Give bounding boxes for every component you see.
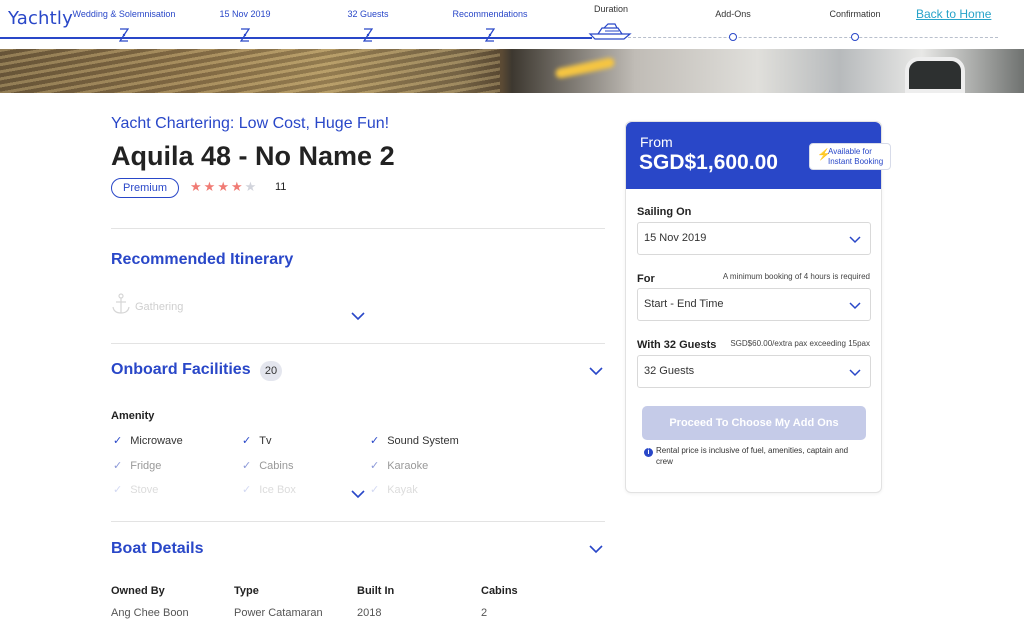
chevron-down-icon <box>849 369 861 377</box>
page-title: Aquila 48 - No Name 2 <box>111 141 395 171</box>
detail-value-owner: Ang Chee Boon <box>111 607 189 619</box>
booking-card: From SGD$1,600.00 ⚡ Available for Instan… <box>625 121 891 493</box>
amenity-item: ✓ Kayak <box>370 484 418 496</box>
hero-deck-light <box>554 56 616 80</box>
duration-note: A minimum booking of 4 hours is required <box>722 272 870 281</box>
progress-track-remaining <box>628 37 998 38</box>
from-label: From <box>640 134 673 150</box>
divider <box>111 343 605 344</box>
star-filled-icon: ★ <box>190 179 204 194</box>
step-complete-icon <box>119 28 129 42</box>
sailing-date-select[interactable]: 15 Nov 2019 <box>637 222 871 255</box>
amenity-item: ✓ Cabins <box>242 460 294 472</box>
check-icon: ✓ <box>113 484 123 496</box>
duration-label: For <box>637 273 655 285</box>
detail-label-built: Built In <box>357 585 395 597</box>
step-duration: Duration <box>593 4 629 14</box>
star-filled-icon: ★ <box>203 179 218 194</box>
progress-track-complete <box>0 37 592 39</box>
step-pending-dot <box>729 33 737 41</box>
amenity-item: ✓ Microwave <box>113 435 183 447</box>
divider <box>111 228 605 229</box>
amenity-item: ✓ Ice Box <box>242 484 296 496</box>
step-occasion[interactable]: Wedding & Solemnisation <box>73 9 176 19</box>
duration-select[interactable]: Start - End Time <box>637 288 871 321</box>
guests-note: SGD$60.00/extra pax exceeding 15pax <box>730 339 870 348</box>
info-icon: i <box>644 448 653 457</box>
step-complete-icon <box>363 28 373 42</box>
rating-stars: ★★★★★ <box>190 179 258 195</box>
star-filled-icon: ★ <box>230 179 245 194</box>
star-empty-icon: ★ <box>244 179 259 194</box>
rental-info-text: Rental price is inclusive of fuel, ameni… <box>656 446 849 466</box>
check-icon: ✓ <box>370 460 380 472</box>
check-icon: ✓ <box>113 435 123 447</box>
hero-image <box>0 49 1024 93</box>
facilities-title: Onboard Facilities <box>111 361 251 378</box>
amenity-item: ✓ Stove <box>113 484 159 496</box>
back-to-home-link[interactable]: Back to Home <box>916 7 991 21</box>
hero-cabin-window <box>905 57 965 93</box>
instant-booking-badge: ⚡ Available for Instant Booking <box>809 143 891 170</box>
guests-select[interactable]: 32 Guests <box>637 355 871 388</box>
chevron-down-icon <box>849 302 861 310</box>
anchor-icon <box>112 293 130 314</box>
detail-label-owner: Owned By <box>111 585 165 597</box>
yachtly-logo[interactable]: Yachtly <box>8 8 73 29</box>
amenity-group-label: Amenity <box>111 410 155 422</box>
price-value: SGD$1,600.00 <box>639 151 778 174</box>
boat-details-title: Boat Details <box>111 540 204 557</box>
chevron-down-icon <box>849 236 861 244</box>
step-add-ons: Add-Ons <box>715 9 751 19</box>
hero-water <box>0 49 500 93</box>
check-icon: ✓ <box>242 435 252 447</box>
proceed-button[interactable]: Proceed To Choose My Add Ons <box>642 406 866 440</box>
detail-value-built: 2018 <box>357 607 382 619</box>
check-icon: ✓ <box>113 460 123 472</box>
detail-label-cabins: Cabins <box>481 585 518 597</box>
step-guests[interactable]: 32 Guests <box>347 9 388 19</box>
lightning-icon: ⚡ <box>817 149 831 161</box>
premium-badge: Premium <box>111 178 179 198</box>
sailing-label: Sailing On <box>637 206 692 218</box>
chevron-down-icon[interactable] <box>589 367 603 376</box>
itinerary-item: Gathering <box>135 301 184 313</box>
chevron-down-icon[interactable] <box>589 545 603 554</box>
guests-label: With 32 Guests <box>637 339 717 351</box>
step-confirmation: Confirmation <box>829 9 881 19</box>
step-recommendations[interactable]: Recommendations <box>452 9 527 19</box>
divider <box>111 521 605 522</box>
chevron-down-icon[interactable] <box>351 312 365 321</box>
step-complete-icon <box>240 28 250 42</box>
progress-header: Yachtly Wedding & Solemnisation 15 Nov 2… <box>0 0 1024 48</box>
itinerary-title: Recommended Itinerary <box>111 251 294 268</box>
detail-value-type: Power Catamaran <box>234 607 323 619</box>
detail-label-type: Type <box>234 585 259 597</box>
facilities-count-badge: 20 <box>260 361 282 381</box>
amenity-item: ✓ Karaoke <box>370 460 429 472</box>
step-pending-dot <box>851 33 859 41</box>
check-icon: ✓ <box>370 435 380 447</box>
amenity-item: ✓ Fridge <box>113 460 162 472</box>
amenity-item: ✓ Tv <box>242 435 272 447</box>
star-filled-icon: ★ <box>217 179 231 194</box>
check-icon: ✓ <box>242 460 252 472</box>
step-date[interactable]: 15 Nov 2019 <box>219 9 270 19</box>
review-count[interactable]: 11 <box>275 181 286 193</box>
step-complete-icon <box>485 28 495 42</box>
check-icon: ✓ <box>242 484 252 496</box>
detail-value-cabins: 2 <box>481 607 488 619</box>
listing-subtitle: Yacht Chartering: Low Cost, Huge Fun! <box>111 115 390 132</box>
yacht-icon <box>588 23 632 40</box>
amenity-item: ✓ Sound System <box>370 435 459 447</box>
check-icon: ✓ <box>370 484 380 496</box>
chevron-down-icon[interactable] <box>351 490 365 499</box>
